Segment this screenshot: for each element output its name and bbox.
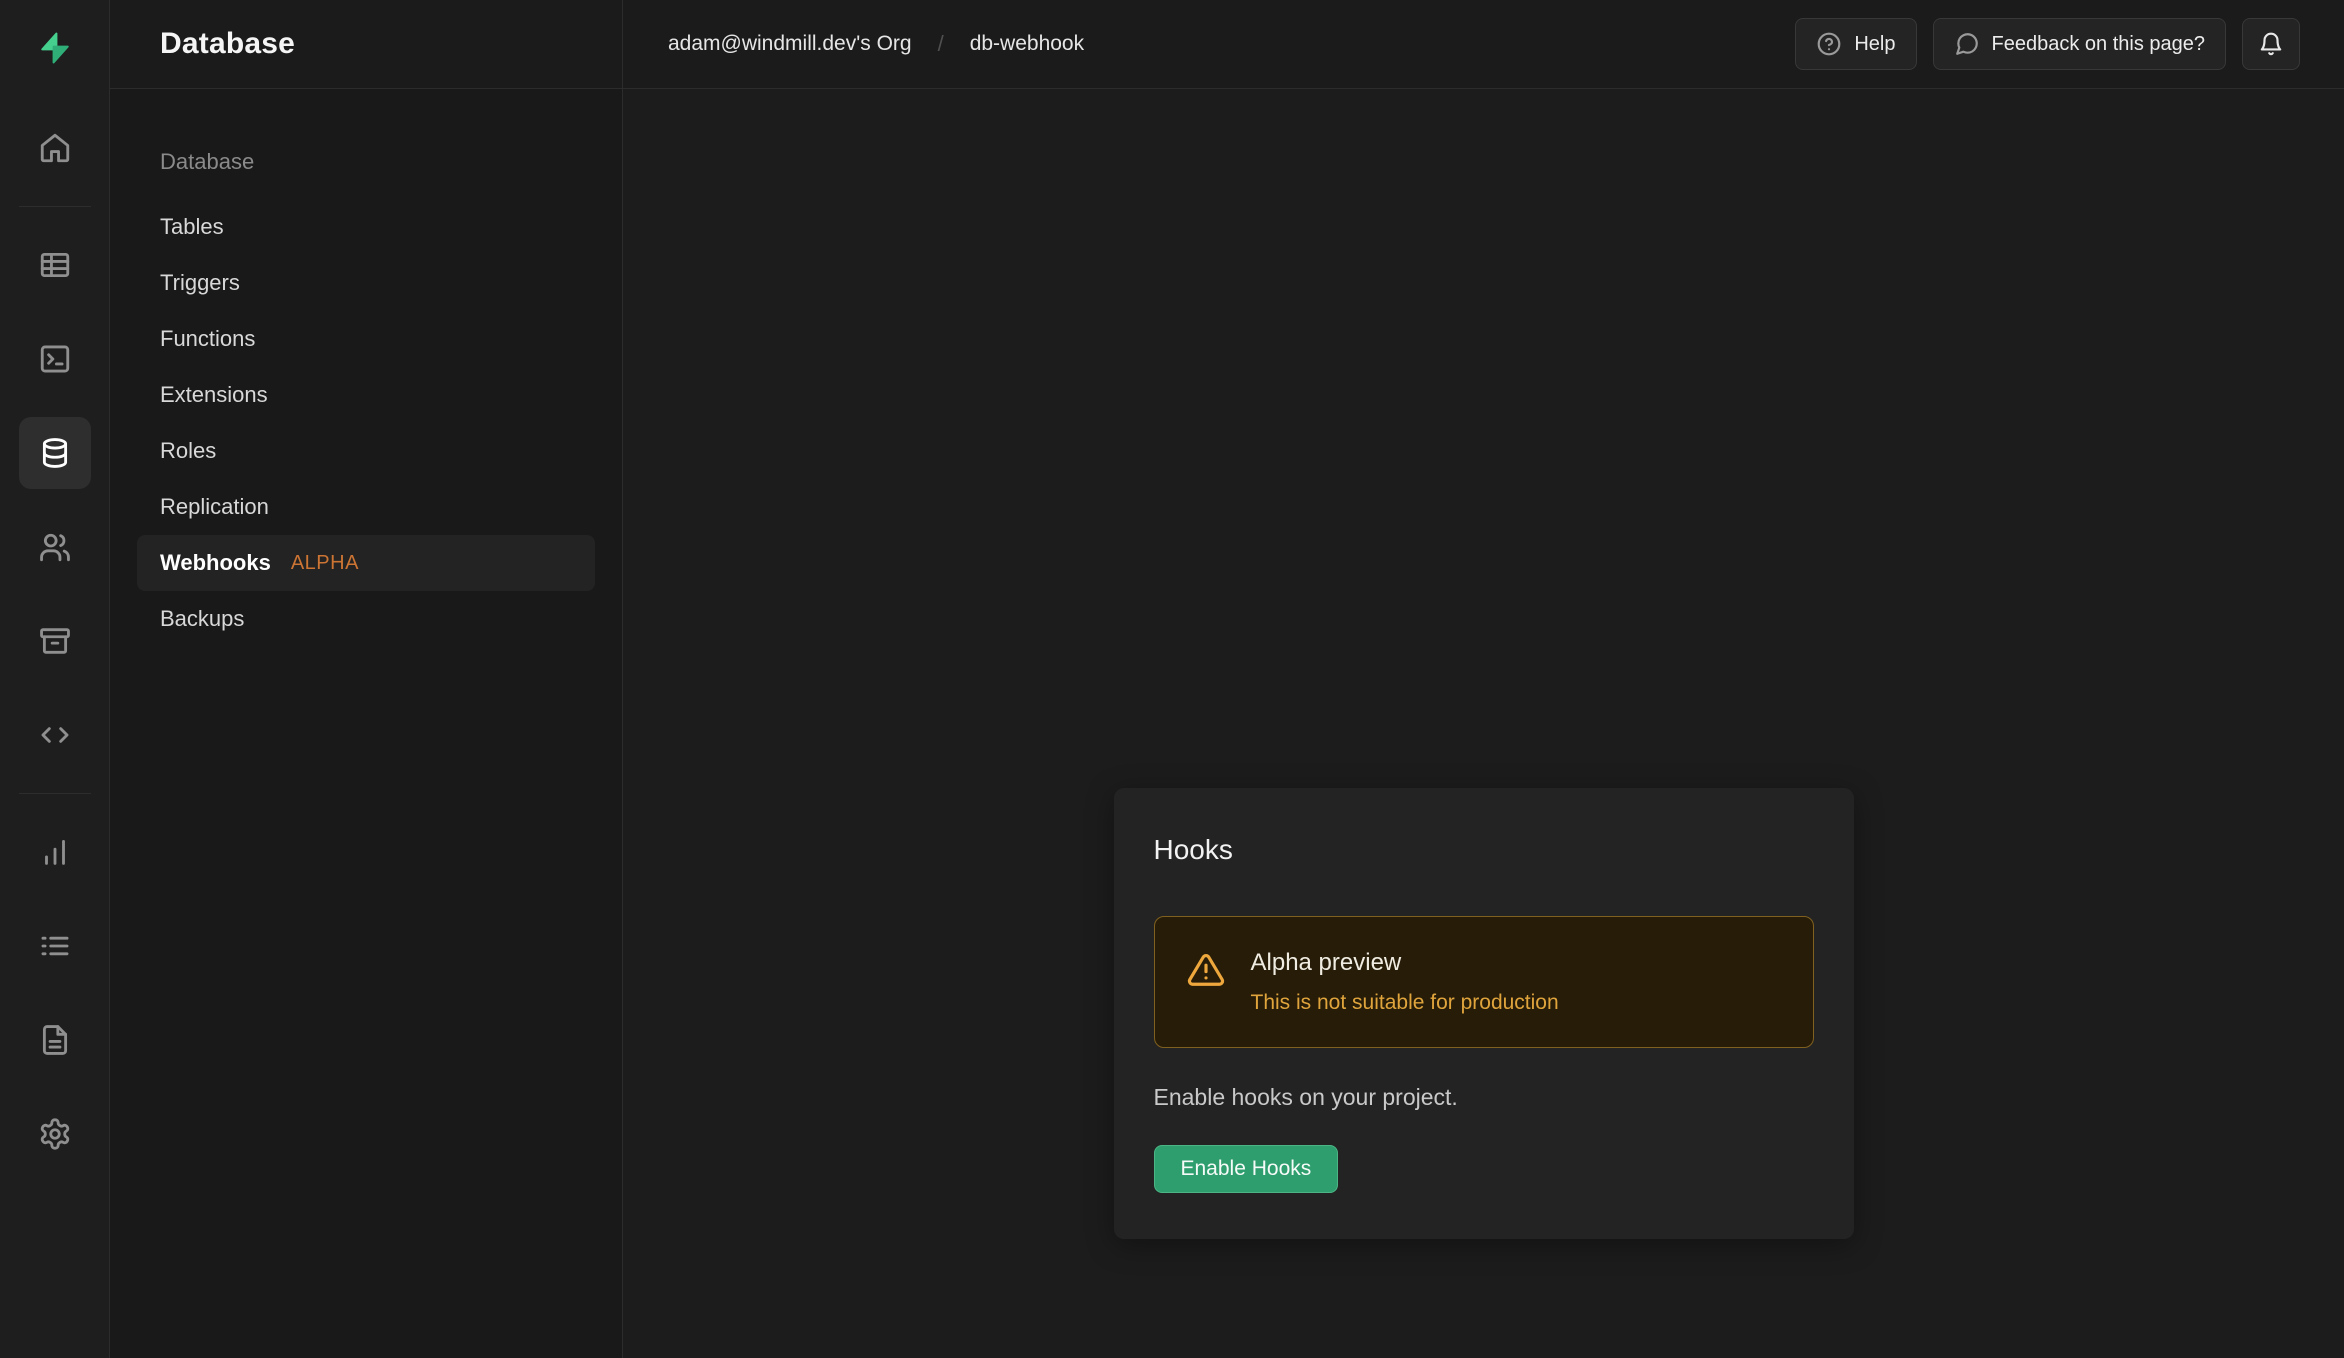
sidebar-item-label: Backups [160,606,244,632]
supabase-logo[interactable] [0,0,109,96]
topbar-actions: Help Feedback on this page? [1795,18,2300,70]
sql-editor-icon [38,342,72,376]
sidebar-item-label: Extensions [160,382,268,408]
sidebar-menu: Tables Triggers Functions Extensions Rol… [110,199,622,647]
breadcrumb: adam@windmill.dev's Org / db-webhook [668,31,1084,57]
icon-rail [0,0,110,1358]
sidebar-item-label: Tables [160,214,224,240]
storage-icon [38,624,72,658]
rail-item-sql-editor[interactable] [19,323,91,395]
database-icon [38,436,72,470]
sidebar-item-triggers[interactable]: Triggers [137,255,595,311]
alert-description: This is not suitable for production [1251,991,1559,1015]
page-title: Database [160,27,295,61]
warning-triangle-icon [1187,951,1225,989]
sidebar-item-extensions[interactable]: Extensions [137,367,595,423]
sidebar-item-backups[interactable]: Backups [137,591,595,647]
rail-divider [19,793,91,794]
enable-hooks-button[interactable]: Enable Hooks [1154,1145,1339,1193]
sidebar-item-webhooks[interactable]: Webhooks ALPHA [137,535,595,591]
breadcrumb-separator: / [938,31,944,57]
database-sidebar: Database Tables Triggers Functions Exten… [110,89,623,1358]
supabase-bolt-icon [38,31,72,65]
sidebar-item-label: Webhooks [160,550,271,576]
logs-icon [38,929,72,963]
hooks-card: Hooks Alpha preview This is not suitable… [1114,788,1854,1239]
sidebar-section-label: Database [110,149,622,175]
right-column: Database adam@windmill.dev's Org / db-we… [110,0,2344,1358]
sidebar-item-roles[interactable]: Roles [137,423,595,479]
rail-item-settings[interactable] [19,1098,91,1170]
sidebar-item-label: Functions [160,326,255,352]
home-icon [38,131,72,165]
sidebar-item-label: Triggers [160,270,240,296]
sidebar-item-label: Replication [160,494,269,520]
sidebar-item-functions[interactable]: Functions [137,311,595,367]
app-window: Database adam@windmill.dev's Org / db-we… [0,0,2344,1358]
reports-icon [38,835,72,869]
bell-icon [2258,31,2284,57]
breadcrumb-project[interactable]: db-webhook [970,32,1084,56]
breadcrumb-org[interactable]: adam@windmill.dev's Org [668,32,912,56]
notifications-button[interactable] [2242,18,2300,70]
rail-item-storage[interactable] [19,605,91,677]
main-content: Hooks Alpha preview This is not suitable… [623,89,2344,1358]
rail-item-reports[interactable] [19,816,91,888]
alpha-badge: ALPHA [291,552,359,575]
docs-icon [38,1023,72,1057]
help-button[interactable]: Help [1795,18,1916,70]
card-title: Hooks [1154,834,1814,866]
rail-item-table-editor[interactable] [19,229,91,301]
help-circle-icon [1816,31,1842,57]
help-button-label: Help [1854,33,1895,56]
sidebar-header: Database [110,0,623,88]
sidebar-item-replication[interactable]: Replication [137,479,595,535]
rail-item-docs[interactable] [19,1004,91,1076]
top-bar: Database adam@windmill.dev's Org / db-we… [110,0,2344,89]
feedback-button[interactable]: Feedback on this page? [1933,18,2227,70]
sidebar-item-tables[interactable]: Tables [137,199,595,255]
api-code-icon [38,718,72,752]
settings-icon [38,1117,72,1151]
rail-item-database[interactable] [19,417,91,489]
feedback-button-label: Feedback on this page? [1992,33,2206,56]
content-row: Database Tables Triggers Functions Exten… [110,89,2344,1358]
auth-users-icon [38,530,72,564]
alert-text: Alpha preview This is not suitable for p… [1251,949,1559,1015]
sidebar-item-label: Roles [160,438,216,464]
topbar-main: adam@windmill.dev's Org / db-webhook Hel… [623,0,2344,88]
table-editor-icon [38,248,72,282]
rail-nav [0,96,109,1170]
rail-item-home[interactable] [19,112,91,184]
rail-item-api[interactable] [19,699,91,771]
alert-title: Alpha preview [1251,949,1559,977]
rail-item-auth[interactable] [19,511,91,583]
speech-bubble-icon [1954,31,1980,57]
card-body-text: Enable hooks on your project. [1154,1084,1814,1111]
rail-item-logs[interactable] [19,910,91,982]
alpha-preview-alert: Alpha preview This is not suitable for p… [1154,916,1814,1048]
rail-divider [19,206,91,207]
